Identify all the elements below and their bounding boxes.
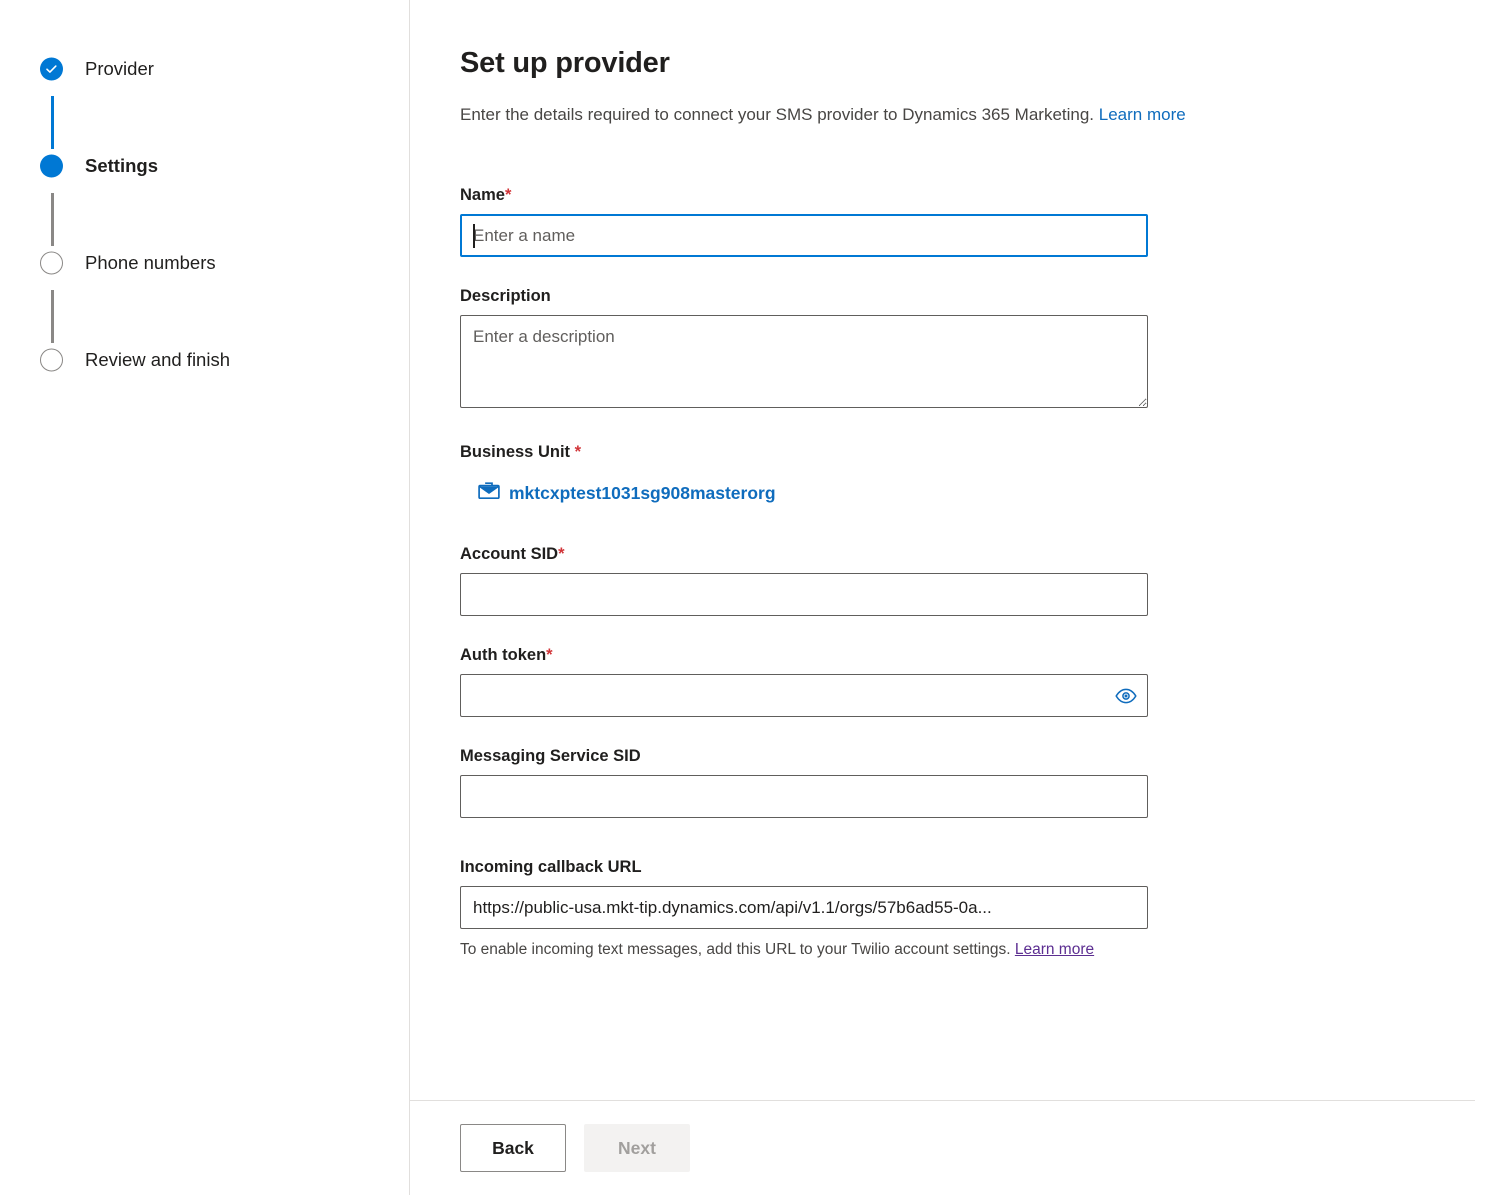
- description-label: Description: [460, 287, 551, 305]
- briefcase-icon: [478, 481, 500, 505]
- messaging-service-sid-input-wrap: [460, 775, 1148, 818]
- next-button: Next: [584, 1124, 690, 1172]
- auth-token-label: Auth token*: [460, 644, 1492, 666]
- sidebar-step-provider[interactable]: Provider: [0, 52, 409, 86]
- field-description: Description: [460, 285, 1492, 413]
- empty-circle-icon: [40, 251, 63, 275]
- step-label: Phone numbers: [85, 252, 216, 273]
- name-label: Name*: [460, 184, 1492, 206]
- auth-token-input[interactable]: [460, 674, 1148, 717]
- account-sid-label: Account SID*: [460, 543, 1492, 565]
- name-input-wrap: [460, 214, 1148, 257]
- required-asterisk: *: [504, 186, 512, 204]
- business-unit-lookup-value[interactable]: mktcxptest1031sg908masterorg: [478, 481, 1492, 505]
- sidebar-step-review-and-finish[interactable]: Review and finish: [0, 343, 409, 377]
- account-sid-input[interactable]: [460, 573, 1148, 616]
- required-asterisk: *: [558, 545, 565, 563]
- business-unit-label: Business Unit *: [460, 441, 1492, 463]
- auth-token-input-wrap: [460, 674, 1148, 717]
- step-list: Provider Settings Phone numbers Review a…: [0, 52, 409, 377]
- required-asterisk: *: [574, 443, 582, 461]
- page-title: Set up provider: [460, 47, 670, 79]
- field-incoming-callback-url: Incoming callback URL To enable incoming…: [460, 856, 1492, 962]
- wizard-content: Set up provider Enter the details requir…: [410, 0, 1492, 1100]
- wizard-main-panel: Set up provider Enter the details requir…: [410, 0, 1492, 1195]
- step-label: Review and finish: [85, 349, 230, 370]
- account-sid-label-text: Account SID: [460, 545, 559, 563]
- wizard-footer: Back Next: [410, 1100, 1475, 1195]
- back-button[interactable]: Back: [460, 1124, 566, 1172]
- name-input[interactable]: [460, 214, 1148, 257]
- incoming-callback-url-input-wrap: [460, 886, 1148, 929]
- business-unit-value[interactable]: mktcxptest1031sg908masterorg: [509, 483, 776, 504]
- description-textarea[interactable]: [460, 315, 1148, 408]
- required-asterisk: *: [546, 646, 553, 664]
- empty-circle-icon: [40, 348, 63, 372]
- page-subtitle: Enter the details required to connect yo…: [460, 103, 1492, 126]
- step-label: Provider: [85, 58, 154, 79]
- incoming-callback-url-hint: To enable incoming text messages, add th…: [460, 937, 1148, 962]
- eye-icon[interactable]: [1113, 683, 1139, 709]
- incoming-callback-url-label: Incoming callback URL: [460, 858, 642, 876]
- incoming-callback-url-input[interactable]: [460, 886, 1148, 929]
- auth-token-label-text: Auth token: [460, 646, 547, 664]
- filled-circle-icon: [40, 154, 63, 178]
- messaging-service-sid-label: Messaging Service SID: [460, 747, 641, 765]
- account-sid-input-wrap: [460, 573, 1148, 616]
- field-account-sid: Account SID*: [460, 543, 1492, 616]
- text-caret: [473, 224, 475, 248]
- field-messaging-service-sid: Messaging Service SID: [460, 745, 1492, 818]
- sidebar-step-phone-numbers[interactable]: Phone numbers: [0, 246, 409, 280]
- hint-learn-more-link[interactable]: Learn more: [1015, 941, 1094, 958]
- setup-provider-wizard: Provider Settings Phone numbers Review a…: [0, 0, 1492, 1195]
- field-name: Name*: [460, 184, 1492, 257]
- name-label-text: Name: [460, 186, 505, 204]
- messaging-service-sid-input[interactable]: [460, 775, 1148, 818]
- sidebar-step-settings[interactable]: Settings: [0, 149, 409, 183]
- business-unit-label-text: Business Unit: [460, 443, 575, 461]
- hint-text: To enable incoming text messages, add th…: [460, 941, 1011, 958]
- page-subtitle-text: Enter the details required to connect yo…: [460, 105, 1095, 124]
- step-label: Settings: [85, 155, 158, 176]
- field-business-unit: Business Unit * mktcxptest1031sg908maste…: [460, 441, 1492, 505]
- learn-more-link[interactable]: Learn more: [1099, 105, 1186, 124]
- wizard-stepper-rail: Provider Settings Phone numbers Review a…: [0, 0, 410, 1195]
- check-icon: [40, 57, 63, 81]
- field-auth-token: Auth token*: [460, 644, 1492, 717]
